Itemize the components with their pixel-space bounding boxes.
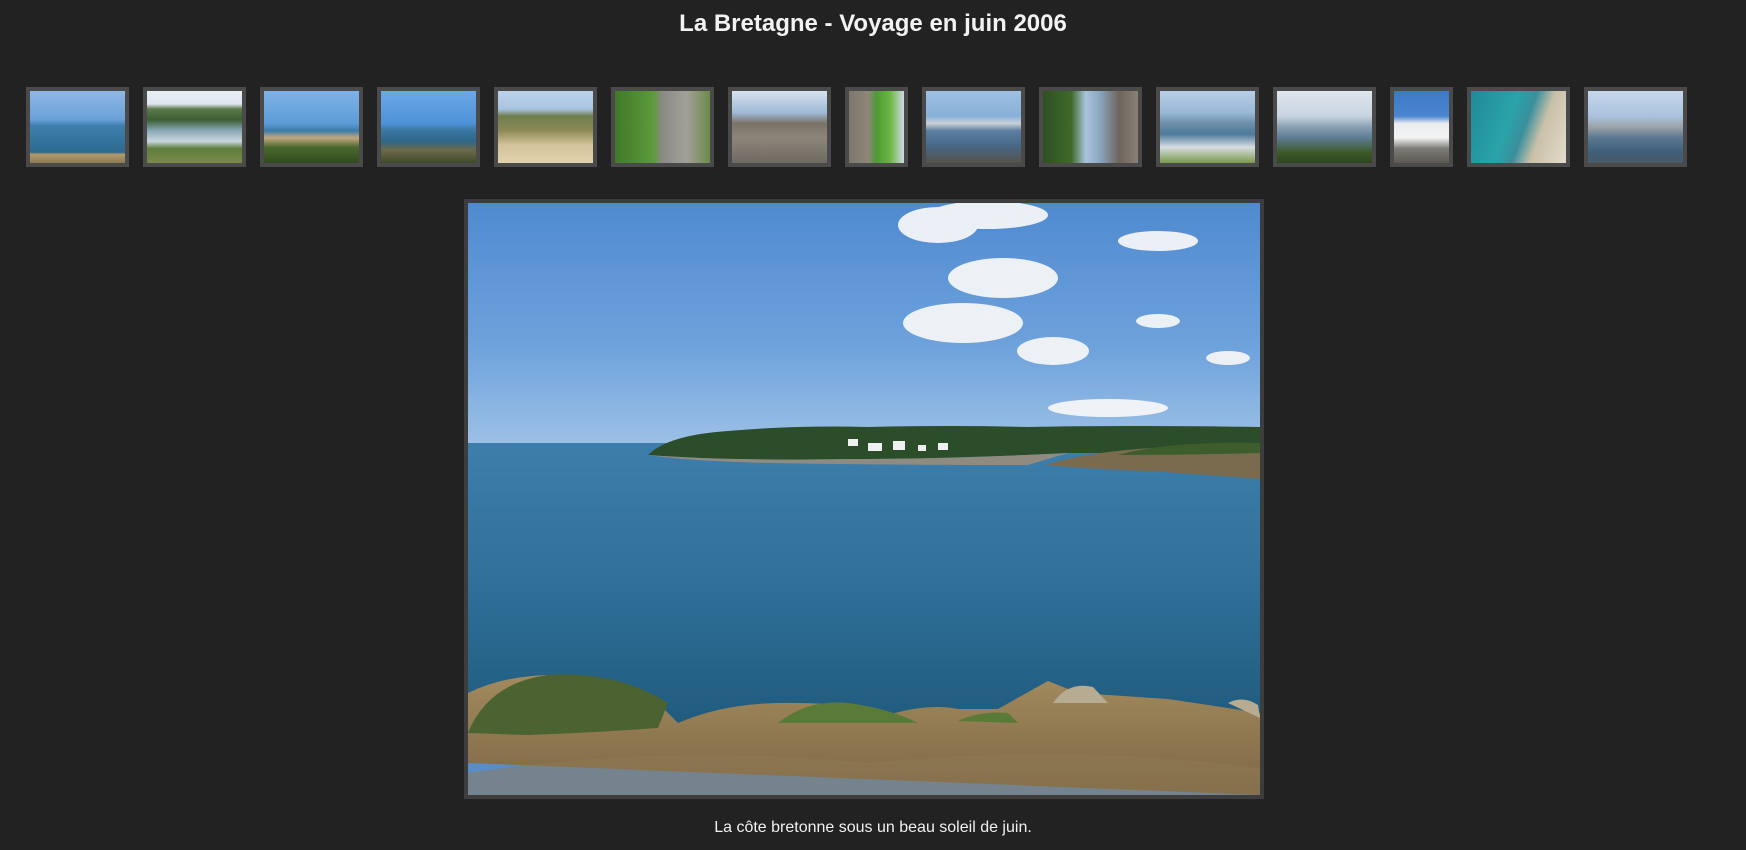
thumbnail-4[interactable] <box>377 87 480 167</box>
thumbnail-6[interactable] <box>611 87 714 167</box>
gallery-page: La Bretagne - Voyage en juin 2006 La côt… <box>0 0 1746 850</box>
thumbnail-1[interactable] <box>26 87 129 167</box>
main-photo[interactable] <box>464 199 1264 799</box>
thumbnail-image <box>1394 91 1449 163</box>
thumbnail-13[interactable] <box>1390 87 1453 167</box>
thumbnail-11[interactable] <box>1156 87 1259 167</box>
thumbnail-image <box>1471 91 1566 163</box>
thumbnail-image <box>264 91 359 163</box>
thumbnail-5[interactable] <box>494 87 597 167</box>
photo-caption: La côte bretonne sous un beau soleil de … <box>714 819 1032 836</box>
thumbnail-3[interactable] <box>260 87 363 167</box>
thumbnail-image <box>147 91 242 163</box>
thumbnail-image <box>926 91 1021 163</box>
page-title: La Bretagne - Voyage en juin 2006 <box>679 10 1067 37</box>
thumbnail-12[interactable] <box>1273 87 1376 167</box>
thumbnail-image <box>1160 91 1255 163</box>
thumbnail-image <box>381 91 476 163</box>
thumbnail-image <box>30 91 125 163</box>
thumbnail-7[interactable] <box>728 87 831 167</box>
thumbnail-14[interactable] <box>1467 87 1570 167</box>
thumbnail-15[interactable] <box>1584 87 1687 167</box>
main-photo-image <box>468 203 1260 795</box>
thumbnail-9[interactable] <box>922 87 1025 167</box>
thumbnail-10[interactable] <box>1039 87 1142 167</box>
thumbnail-2[interactable] <box>143 87 246 167</box>
thumbnail-image <box>1588 91 1683 163</box>
thumbnail-image <box>1043 91 1138 163</box>
thumbnail-image <box>732 91 827 163</box>
thumbnail-8[interactable] <box>845 87 908 167</box>
thumbnail-image <box>1277 91 1372 163</box>
thumbnail-image <box>498 91 593 163</box>
thumbnail-image <box>615 91 710 163</box>
thumbnail-image <box>849 91 904 163</box>
